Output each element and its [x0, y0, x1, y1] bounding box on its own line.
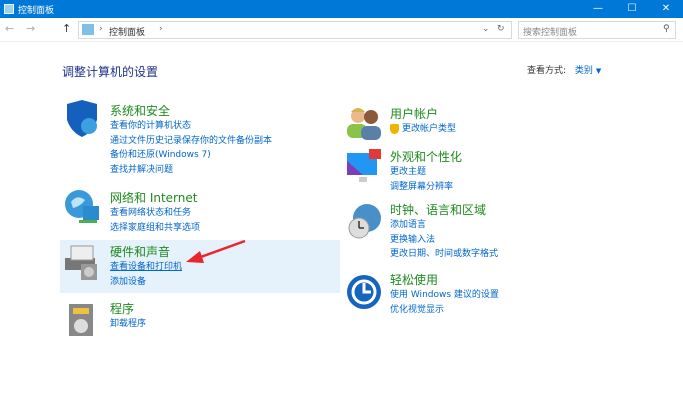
red-arrow-annotation — [186, 239, 246, 263]
